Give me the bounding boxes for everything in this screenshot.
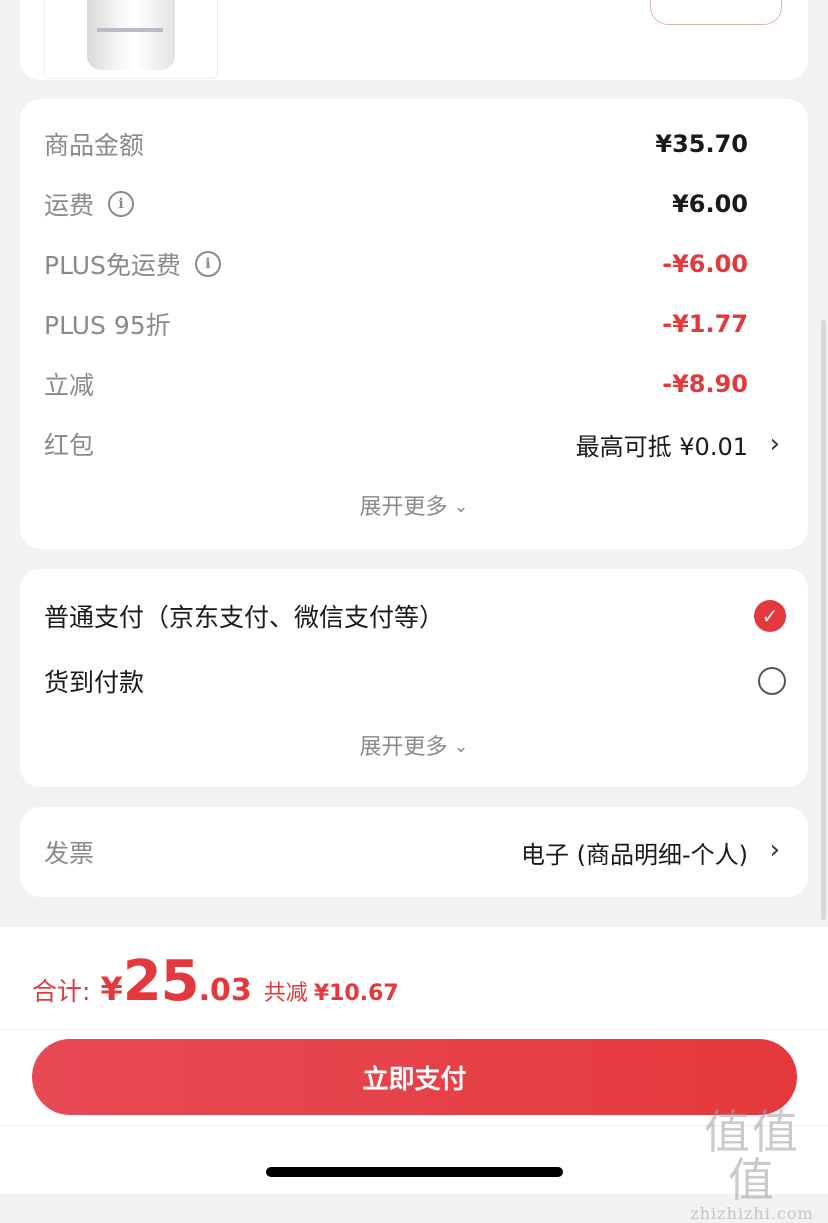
invoice-row[interactable]: 发票 电子 (商品明细-个人) <box>44 832 748 872</box>
home-indicator[interactable] <box>266 1167 563 1177</box>
chevron-right-icon[interactable]: › <box>770 835 780 865</box>
product-card <box>20 0 808 80</box>
summary-row-goods-amount: 商品金额 ¥35.70 <box>44 124 748 164</box>
instant-discount-label: 立减 <box>44 371 95 400</box>
price-summary-card: 商品金额 ¥35.70 运费 i ¥6.00 PLUS免运费 i -¥6.00 … <box>20 99 808 549</box>
payment-method-card: 普通支付（京东支付、微信支付等） ✓ 货到付款 展开更多 ⌄ <box>20 569 808 787</box>
summary-row-plus-free-shipping: PLUS免运费 i -¥6.00 <box>44 244 748 284</box>
payment-option-label: 普通支付（京东支付、微信支付等） <box>44 603 445 632</box>
payment-option-label: 货到付款 <box>44 668 145 697</box>
shipping-label: 运费 <box>44 191 95 220</box>
instant-discount-value: -¥8.90 <box>662 370 748 398</box>
divider <box>0 1029 828 1030</box>
pay-now-button[interactable]: 立即支付 <box>32 1039 797 1115</box>
invoice-label: 发票 <box>44 839 95 868</box>
goods-amount-label: 商品金额 <box>44 131 145 160</box>
product-action-button[interactable] <box>650 0 782 25</box>
watermark-logo: 值值值 zhizhizhi.com <box>682 1108 822 1223</box>
summary-row-instant-discount: 立减 -¥8.90 <box>44 364 748 404</box>
scrollbar[interactable] <box>821 320 826 920</box>
invoice-value: 电子 (商品明细-个人) <box>520 840 748 869</box>
info-icon[interactable]: i <box>194 251 221 277</box>
payment-option-cod[interactable]: 货到付款 <box>44 659 786 703</box>
radio-button[interactable] <box>758 667 786 695</box>
watermark-glyphs: 值值值 <box>704 1105 800 1207</box>
bottle-label <box>97 28 163 32</box>
plus-discount-label: PLUS 95折 <box>44 311 171 340</box>
total-currency: ¥ <box>100 970 123 1008</box>
payment-expand-more[interactable]: 展开更多 ⌄ <box>20 729 808 761</box>
total-decimal: .03 <box>198 973 252 1008</box>
payment-expand-label: 展开更多 <box>359 735 448 760</box>
shipping-value: ¥6.00 <box>672 190 748 218</box>
red-packet-value: 最高可抵 ¥0.01 <box>575 432 748 461</box>
plus-free-shipping-value: -¥6.00 <box>662 250 748 278</box>
summary-expand-more[interactable]: 展开更多 ⌄ <box>20 489 808 521</box>
plus-free-shipping-label: PLUS免运费 <box>44 251 181 280</box>
payment-option-normal[interactable]: 普通支付（京东支付、微信支付等） ✓ <box>44 594 786 638</box>
red-packet-label: 红包 <box>44 431 95 460</box>
plus-discount-value: -¥1.77 <box>662 310 748 338</box>
total-integer: 25 <box>122 949 200 1014</box>
check-icon[interactable]: ✓ <box>754 600 786 632</box>
chevron-down-icon: ⌄ <box>453 736 469 757</box>
product-bottle-image <box>87 0 175 70</box>
chevron-right-icon[interactable]: › <box>770 429 780 459</box>
saved-label: 共减 <box>263 981 308 1006</box>
summary-row-plus-discount: PLUS 95折 -¥1.77 <box>44 304 748 344</box>
saved-value: ¥10.67 <box>313 981 399 1006</box>
total-line: 合计: ¥ 25 .03 共减 ¥10.67 <box>32 949 399 1014</box>
summary-expand-label: 展开更多 <box>359 495 448 520</box>
summary-row-shipping: 运费 i ¥6.00 <box>44 184 748 224</box>
product-image[interactable] <box>44 0 218 79</box>
summary-row-red-packet[interactable]: 红包 最高可抵 ¥0.01 <box>44 424 748 464</box>
total-label: 合计: <box>32 977 91 1006</box>
goods-amount-value: ¥35.70 <box>655 130 748 158</box>
invoice-card[interactable]: 发票 电子 (商品明细-个人) › <box>20 807 808 897</box>
info-icon[interactable]: i <box>108 191 135 217</box>
chevron-down-icon: ⌄ <box>453 496 469 517</box>
watermark-site: zhizhizhi.com <box>690 1204 814 1223</box>
